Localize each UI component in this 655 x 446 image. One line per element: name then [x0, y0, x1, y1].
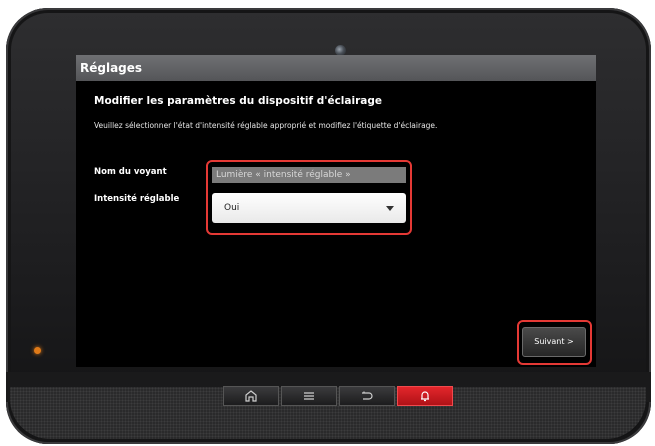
- page-heading: Modifier les paramètres du dispositif d'…: [94, 95, 382, 107]
- window-title: Réglages: [76, 55, 596, 81]
- back-button[interactable]: [339, 386, 395, 406]
- dimmable-select[interactable]: Oui: [212, 193, 406, 223]
- page-description: Veuillez sélectionner l'état d'intensité…: [94, 121, 438, 130]
- menu-button[interactable]: [281, 386, 337, 406]
- status-led-icon: [34, 347, 41, 354]
- back-icon: [362, 391, 373, 400]
- alert-icon: [421, 391, 429, 402]
- alert-button[interactable]: [397, 386, 453, 406]
- hardware-nav-bar: [223, 386, 453, 406]
- tablet-screen: Réglages Modifier les paramètres du disp…: [76, 55, 596, 367]
- name-label: Nom du voyant: [94, 167, 167, 177]
- home-button[interactable]: [223, 386, 279, 406]
- home-icon: [245, 390, 257, 402]
- menu-icon: [304, 392, 314, 400]
- chevron-down-icon: [386, 206, 394, 211]
- dimmable-selected-value: Oui: [224, 203, 240, 213]
- next-button[interactable]: Suivant >: [522, 327, 586, 357]
- dimmable-label: Intensité réglable: [94, 194, 180, 204]
- light-name-input[interactable]: [212, 167, 406, 183]
